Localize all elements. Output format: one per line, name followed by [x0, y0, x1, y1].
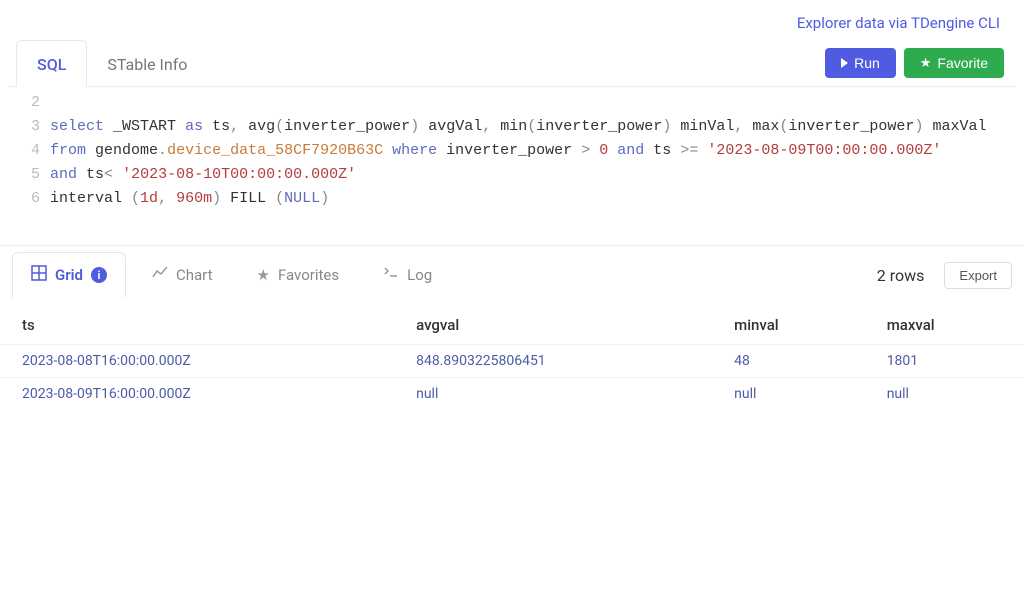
- cell-avgval: 848.8903225806451: [394, 345, 712, 378]
- cell-ts: 2023-08-09T16:00:00.000Z: [0, 378, 394, 411]
- col-minval[interactable]: minval: [712, 304, 865, 345]
- result-grid: ts avgval minval maxval 2023-08-08T16:00…: [0, 304, 1024, 410]
- favorite-button[interactable]: ★ Favorite: [904, 48, 1004, 78]
- log-label: Log: [407, 266, 432, 284]
- star-icon: ★: [257, 266, 270, 284]
- grid-icon: [31, 265, 47, 285]
- export-button[interactable]: Export: [944, 262, 1012, 289]
- cell-minval: 48: [712, 345, 865, 378]
- star-icon: ★: [920, 55, 932, 71]
- log-icon: [383, 265, 399, 285]
- col-maxval[interactable]: maxval: [865, 304, 1024, 345]
- col-avgval[interactable]: avgval: [394, 304, 712, 345]
- cell-avgval: null: [394, 378, 712, 411]
- tab-stable-info[interactable]: STable Info: [87, 41, 207, 86]
- editor-tabs: SQL STable Info Run ★ Favorite: [8, 40, 1016, 87]
- tab-log[interactable]: Log: [365, 253, 450, 297]
- row-count: 2 rows: [877, 266, 937, 285]
- results-panel: Grid i Chart ★ Favorites Log 2 rows Expo…: [0, 245, 1024, 410]
- cell-ts: 2023-08-08T16:00:00.000Z: [0, 345, 394, 378]
- col-ts[interactable]: ts: [0, 304, 394, 345]
- play-icon: [841, 58, 848, 68]
- sql-editor[interactable]: 2 3 4 5 6 select _WSTART as ts, avg(inve…: [8, 87, 1016, 231]
- chart-label: Chart: [176, 266, 213, 284]
- favorites-label: Favorites: [278, 266, 339, 284]
- info-icon: i: [91, 267, 107, 283]
- favorite-label: Favorite: [937, 55, 988, 71]
- cell-maxval: null: [865, 378, 1024, 411]
- tab-sql[interactable]: SQL: [16, 40, 87, 87]
- cli-link[interactable]: Explorer data via TDengine CLI: [0, 0, 1024, 40]
- cell-minval: null: [712, 378, 865, 411]
- code-area[interactable]: select _WSTART as ts, avg(inverter_power…: [50, 91, 1016, 211]
- run-button[interactable]: Run: [825, 48, 896, 78]
- table-row[interactable]: 2023-08-08T16:00:00.000Z 848.89032258064…: [0, 345, 1024, 378]
- tab-favorites[interactable]: ★ Favorites: [239, 254, 358, 296]
- cell-maxval: 1801: [865, 345, 1024, 378]
- result-tabs: Grid i Chart ★ Favorites Log 2 rows Expo…: [0, 246, 1024, 298]
- grid-label: Grid: [55, 266, 83, 284]
- editor-panel: SQL STable Info Run ★ Favorite 2 3 4 5 6…: [8, 40, 1016, 231]
- run-label: Run: [854, 55, 880, 71]
- tab-grid[interactable]: Grid i: [12, 252, 126, 298]
- line-gutter: 2 3 4 5 6: [8, 91, 50, 211]
- table-row[interactable]: 2023-08-09T16:00:00.000Z null null null: [0, 378, 1024, 411]
- tab-chart[interactable]: Chart: [134, 253, 231, 297]
- chart-icon: [152, 265, 168, 285]
